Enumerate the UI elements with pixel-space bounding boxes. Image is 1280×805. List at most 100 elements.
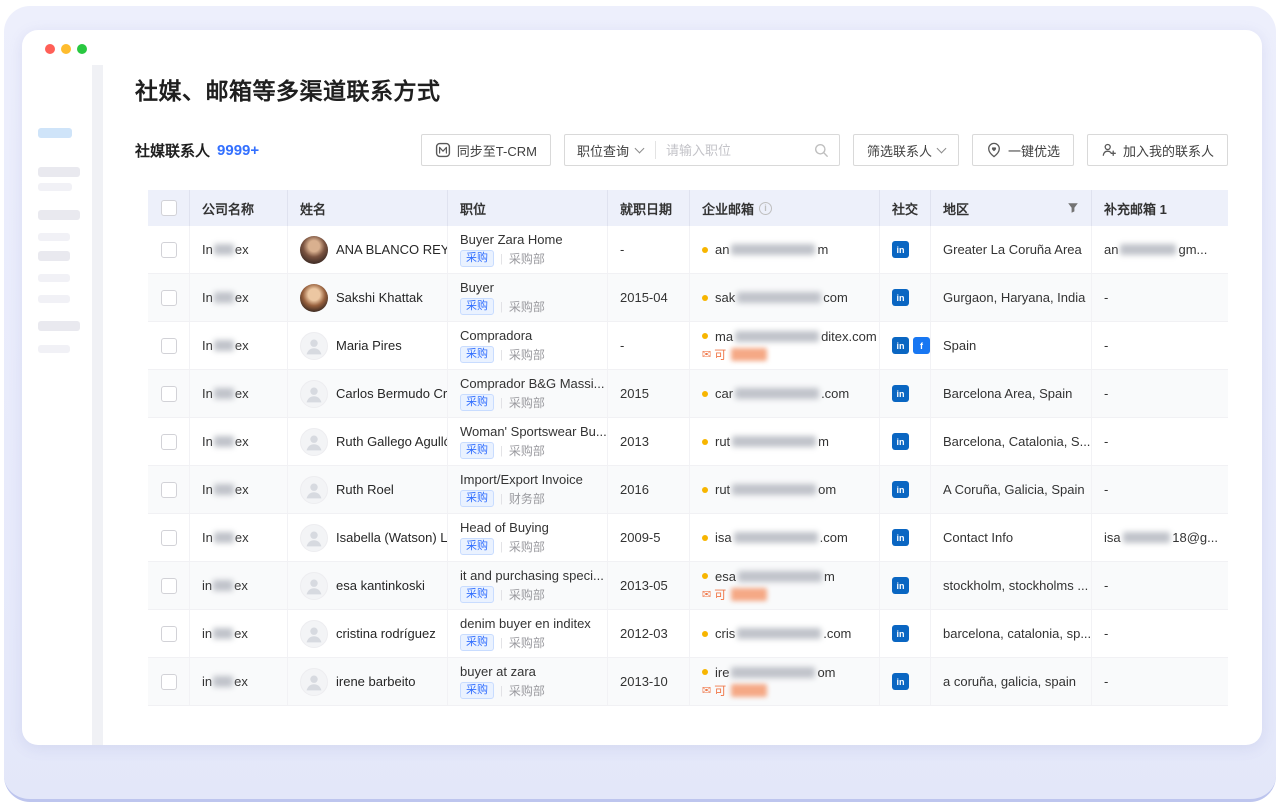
select-all-checkbox[interactable] — [161, 200, 177, 216]
blurred-text — [738, 571, 822, 582]
email-cell: ireom ✉可 — [690, 658, 880, 705]
extra-email-cell: - — [1092, 274, 1228, 321]
social-icons: inf — [880, 322, 931, 369]
facebook-icon[interactable]: f — [913, 337, 930, 354]
avatar — [300, 476, 328, 504]
contact-name[interactable]: ANA BLANCO REY — [336, 242, 448, 257]
row-checkbox[interactable] — [161, 434, 177, 450]
row-checkbox[interactable] — [161, 530, 177, 546]
position-title: Buyer Zara Home — [460, 232, 563, 247]
contact-name[interactable]: Isabella (Watson) L... — [336, 530, 448, 545]
department-label: 财务部 — [509, 490, 545, 507]
sidebar-skeleton-item — [38, 321, 80, 331]
position-title: it and purchasing speci... — [460, 568, 604, 583]
blurred-text — [214, 436, 234, 447]
row-checkbox[interactable] — [161, 386, 177, 402]
avatar — [300, 572, 328, 600]
position-cell: Compradora 采购 | 采购部 — [448, 322, 608, 369]
position-cell: Comprador B&G Massi... 采购 | 采购部 — [448, 370, 608, 417]
blurred-text — [214, 292, 234, 303]
filter-funnel-icon[interactable] — [1067, 202, 1079, 214]
company-cell: Inex — [190, 274, 288, 321]
role-tag: 采购 — [460, 682, 494, 699]
linkedin-icon[interactable]: in — [892, 577, 909, 594]
name-cell: Sakshi Khattak — [288, 274, 448, 321]
extra-email-cell: - — [1092, 418, 1228, 465]
contact-name[interactable]: Sakshi Khattak — [336, 290, 423, 305]
header-cell-start-date: 就职日期 — [608, 190, 690, 226]
maximize-window-icon[interactable] — [77, 44, 87, 54]
linkedin-icon[interactable]: in — [892, 673, 909, 690]
avatar — [300, 380, 328, 408]
filter-contacts-button[interactable]: 筛选联系人 — [853, 134, 959, 166]
contact-name[interactable]: cristina rodríguez — [336, 626, 436, 641]
table-row: inex esa kantinkoski it and purchasing s… — [148, 562, 1228, 610]
email-cell: isa.com ✉可 — [690, 514, 880, 561]
linkedin-icon[interactable]: in — [892, 289, 909, 306]
linkedin-icon[interactable]: in — [892, 337, 909, 354]
contact-name[interactable]: esa kantinkoski — [336, 578, 425, 593]
sidebar-skeleton-item — [38, 295, 70, 303]
region-cell: a coruña, galicia, spain — [931, 658, 1092, 705]
add-to-my-contacts-button[interactable]: 加入我的联系人 — [1087, 134, 1228, 166]
contact-name[interactable]: Maria Pires — [336, 338, 402, 353]
linkedin-icon[interactable]: in — [892, 241, 909, 258]
sidebar-skeleton-item — [38, 210, 80, 220]
company-cell: Inex — [190, 514, 288, 561]
row-checkbox[interactable] — [161, 482, 177, 498]
contact-name[interactable]: irene barbeito — [336, 674, 416, 689]
extra-email-cell: - — [1092, 562, 1228, 609]
company-cell: inex — [190, 658, 288, 705]
role-tag: 采购 — [460, 538, 494, 555]
email-cell: sakcom ✉可 — [690, 274, 880, 321]
one-click-select-button[interactable]: 一键优选 — [972, 134, 1074, 166]
linkedin-icon[interactable]: in — [892, 529, 909, 546]
linkedin-icon[interactable]: in — [892, 625, 909, 642]
minimize-window-icon[interactable] — [61, 44, 71, 54]
linkedin-icon[interactable]: in — [892, 433, 909, 450]
close-window-icon[interactable] — [45, 44, 55, 54]
sidebar-item-active[interactable] — [38, 128, 72, 138]
social-icons: in — [880, 466, 931, 513]
row-checkbox[interactable] — [161, 626, 177, 642]
row-checkbox[interactable] — [161, 578, 177, 594]
role-tag: 采购 — [460, 346, 494, 363]
row-checkbox[interactable] — [161, 290, 177, 306]
position-search-input[interactable] — [656, 136, 814, 164]
row-checkbox[interactable] — [161, 242, 177, 258]
person-icon — [301, 620, 327, 648]
start-date-cell: - — [608, 322, 690, 369]
company-cell: inex — [190, 562, 288, 609]
department-label: 采购部 — [509, 250, 545, 267]
sync-to-tcrm-button[interactable]: 同步至T-CRM — [421, 134, 551, 166]
email-cell: anm ✉可 — [690, 226, 880, 273]
blurred-text — [214, 532, 234, 543]
extra-email-cell: isa18@g... — [1092, 514, 1228, 561]
row-checkbox[interactable] — [161, 338, 177, 354]
blurred-text — [213, 676, 233, 687]
contact-name[interactable]: Carlos Bermudo Cr... — [336, 386, 448, 401]
position-cell: Head of Buying 采购 | 采购部 — [448, 514, 608, 561]
blurred-text — [735, 331, 819, 342]
role-tag: 采购 — [460, 298, 494, 315]
email-cell: rutm ✉可 — [690, 418, 880, 465]
position-cell: Import/Export Invoice 采购 | 财务部 — [448, 466, 608, 513]
role-tag: 采购 — [460, 490, 494, 507]
name-cell: irene barbeito — [288, 658, 448, 705]
contact-name[interactable]: Ruth Gallego Agulló — [336, 434, 448, 449]
linkedin-icon[interactable]: in — [892, 385, 909, 402]
row-checkbox[interactable] — [161, 674, 177, 690]
department-label: 采购部 — [509, 682, 545, 699]
linkedin-icon[interactable]: in — [892, 481, 909, 498]
name-cell: cristina rodríguez — [288, 610, 448, 657]
position-query-dropdown[interactable]: 职位查询 — [565, 135, 655, 165]
search-icon[interactable] — [814, 143, 829, 158]
table-row: Inex Maria Pires Compradora 采购 | 采购部 - — [148, 322, 1228, 370]
table-row: Inex Sakshi Khattak Buyer 采购 | 采购部 2015-… — [148, 274, 1228, 322]
info-icon[interactable]: i — [759, 202, 772, 215]
contact-count: 9999+ — [217, 142, 259, 159]
role-tag: 采购 — [460, 394, 494, 411]
contact-name[interactable]: Ruth Roel — [336, 482, 394, 497]
region-cell: barcelona, catalonia, sp... — [931, 610, 1092, 657]
start-date-cell: 2013-10 — [608, 658, 690, 705]
